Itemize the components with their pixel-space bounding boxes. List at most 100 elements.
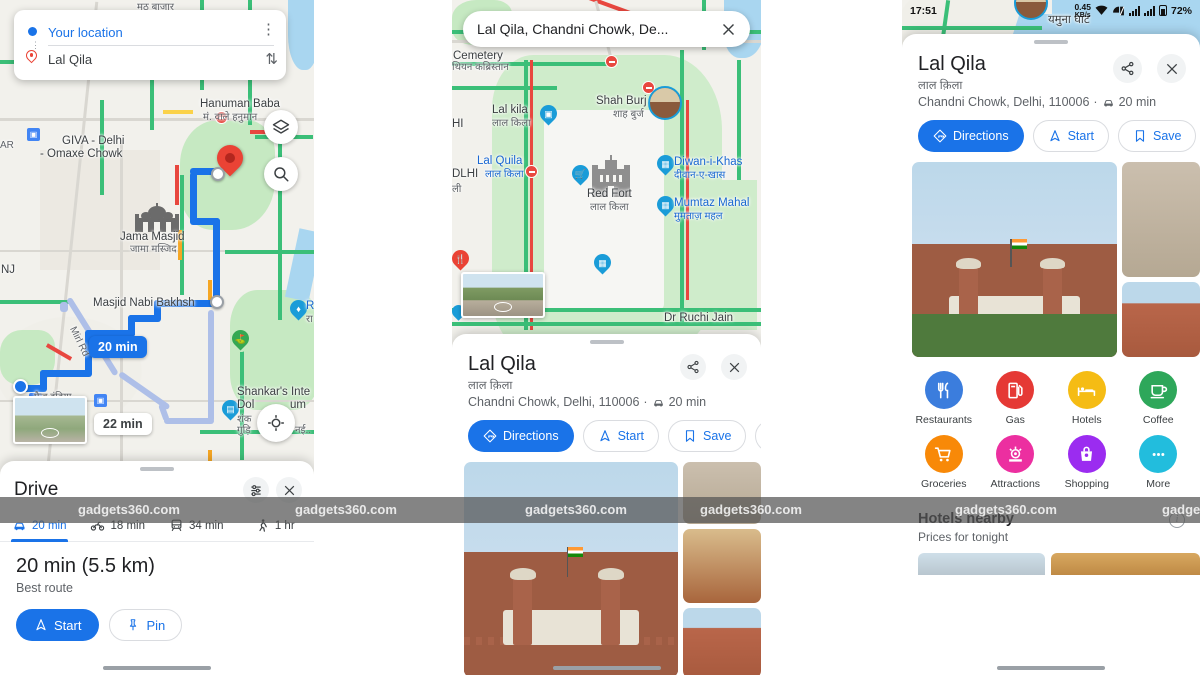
kebab-menu-icon[interactable]: ⋮ <box>261 22 276 37</box>
start-button[interactable]: Start <box>582 420 659 452</box>
map-label: गुड़ि <box>237 425 251 436</box>
car-icon <box>1103 99 1113 107</box>
map-search-button[interactable] <box>264 157 298 191</box>
pin-label: Pin <box>146 617 166 633</box>
close-icon[interactable] <box>721 22 736 37</box>
place-details-sheet: Lal Qila लाल क़िला Chandni Chowk, Delhi,… <box>902 34 1200 675</box>
place-action-chips: Directions Start Save <box>452 409 761 452</box>
hotel-card[interactable] <box>1051 553 1200 575</box>
street-view-thumbnail[interactable] <box>13 396 87 444</box>
map-label: Lal Quila <box>477 155 523 167</box>
map-recenter-button[interactable] <box>257 404 295 442</box>
map-label: मं. वाले हनुमान <box>203 112 258 123</box>
watermark-text: gadgets360.com <box>955 502 1057 517</box>
directions-icon <box>483 429 497 443</box>
category-hotels[interactable]: Hotels <box>1051 371 1123 426</box>
map-poi-pin-diwan[interactable]: ▦ <box>653 151 678 177</box>
save-button[interactable]: Save <box>1117 120 1197 152</box>
close-button[interactable] <box>1157 54 1186 83</box>
category-label: Restaurants <box>915 414 973 426</box>
place-drive-time: 20 min <box>1118 95 1157 109</box>
map-poi-pin[interactable]: ♦ <box>286 296 311 322</box>
map-label: ली <box>452 184 462 195</box>
pin-route-button[interactable]: Pin <box>109 609 183 641</box>
place-photo[interactable] <box>1122 162 1200 277</box>
search-input[interactable]: Lal Qila, Chandni Chowk, De... <box>477 21 721 37</box>
map-label: Jama Masjid <box>120 231 185 243</box>
data-rate-indicator: 0.45 KB/s <box>1074 2 1091 19</box>
layers-icon <box>272 119 290 134</box>
recenter-icon <box>268 415 284 431</box>
map-layers-button[interactable] <box>264 110 298 144</box>
watermark-text: gadgets360.com <box>78 502 180 517</box>
dot-separator: · <box>643 395 648 409</box>
street-view-thumbnail[interactable] <box>461 272 545 318</box>
hotel-card[interactable] <box>918 553 1046 575</box>
map-poi-pin[interactable]: ⛳ <box>228 326 253 352</box>
route-waypoint-dot <box>210 295 224 309</box>
shah-burj-photo-marker[interactable] <box>648 86 682 120</box>
start-navigation-button[interactable]: Start <box>16 609 100 641</box>
place-header-actions <box>1106 54 1186 83</box>
search-bar[interactable]: Lal Qila, Chandni Chowk, De... <box>463 11 750 47</box>
directions-button[interactable]: Directions <box>468 420 574 452</box>
map-traffic-road <box>225 250 314 254</box>
start-label: Start <box>54 617 82 633</box>
share-chip-button[interactable] <box>755 420 761 452</box>
place-action-chips: Directions Start Save <box>902 109 1200 152</box>
place-photo[interactable] <box>683 529 761 603</box>
save-label: Save <box>1152 129 1182 143</box>
category-label: Shopping <box>1064 478 1109 490</box>
share-button[interactable] <box>1113 54 1142 83</box>
sim-signal-icon <box>1113 6 1125 16</box>
car-icon <box>653 399 663 407</box>
category-label: Groceries <box>920 478 967 490</box>
map-label: Diwan-i-Khas <box>674 156 743 168</box>
coffee-icon <box>1139 371 1178 409</box>
map-poi-pin-restaurant[interactable]: 🍴 <box>452 246 473 272</box>
destination-text: Lal Qila <box>48 51 93 67</box>
category-attractions[interactable]: Attractions <box>980 435 1052 490</box>
watermark-text: gadgets360.com <box>295 502 397 517</box>
directions-button[interactable]: Directions <box>918 120 1024 152</box>
map-poi-pin-shopping[interactable]: 🛒 <box>568 161 593 187</box>
map-poi-pin-monument[interactable]: ▦ <box>590 250 615 276</box>
category-label: Gas <box>1005 414 1025 426</box>
data-rate-unit: KB/s <box>1074 11 1091 19</box>
close-icon <box>729 362 739 372</box>
share-icon <box>1121 61 1134 76</box>
category-coffee[interactable]: Coffee <box>1123 371 1195 426</box>
map-poi-pin-lal-kila[interactable]: ▣ <box>536 101 561 127</box>
map-route-segment <box>40 370 92 377</box>
dot-separator: · <box>1093 95 1098 109</box>
map-label: R <box>306 300 314 312</box>
route-time-chip-primary[interactable]: 20 min <box>89 336 147 358</box>
place-photo[interactable] <box>464 462 678 675</box>
category-shopping[interactable]: Shopping <box>1051 435 1123 490</box>
pano-icon <box>41 428 59 438</box>
category-more[interactable]: More <box>1123 435 1195 490</box>
map-traffic-road <box>902 26 1042 30</box>
home-indicator <box>552 666 661 670</box>
map-label: लाल किला <box>492 118 531 129</box>
map-poi-pin-mumtaz[interactable]: ▦ <box>653 192 678 218</box>
origin-row[interactable]: Your location <box>26 20 274 44</box>
tune-icon <box>251 485 261 497</box>
place-photo[interactable] <box>912 162 1117 357</box>
map-label: Dol <box>237 399 255 411</box>
start-button[interactable]: Start <box>1032 120 1109 152</box>
save-button[interactable]: Save <box>667 420 747 452</box>
place-photo[interactable] <box>683 608 761 675</box>
map-label: जामा मस्जिद <box>130 244 177 255</box>
category-restaurants[interactable]: Restaurants <box>908 371 980 426</box>
share-button[interactable] <box>680 354 706 380</box>
swap-vertical-icon[interactable]: ⇅ <box>265 50 278 68</box>
place-photo[interactable] <box>1122 282 1200 357</box>
directions-input-card[interactable]: Your location Lal Qila ⋮ ⋮ ⇅ <box>14 10 286 80</box>
category-gas[interactable]: Gas <box>980 371 1052 426</box>
close-button[interactable] <box>721 354 747 380</box>
destination-row[interactable]: Lal Qila <box>26 47 274 71</box>
category-groceries[interactable]: Groceries <box>908 435 980 490</box>
divider <box>48 45 274 46</box>
route-time-chip-alt[interactable]: 22 min <box>94 413 152 435</box>
